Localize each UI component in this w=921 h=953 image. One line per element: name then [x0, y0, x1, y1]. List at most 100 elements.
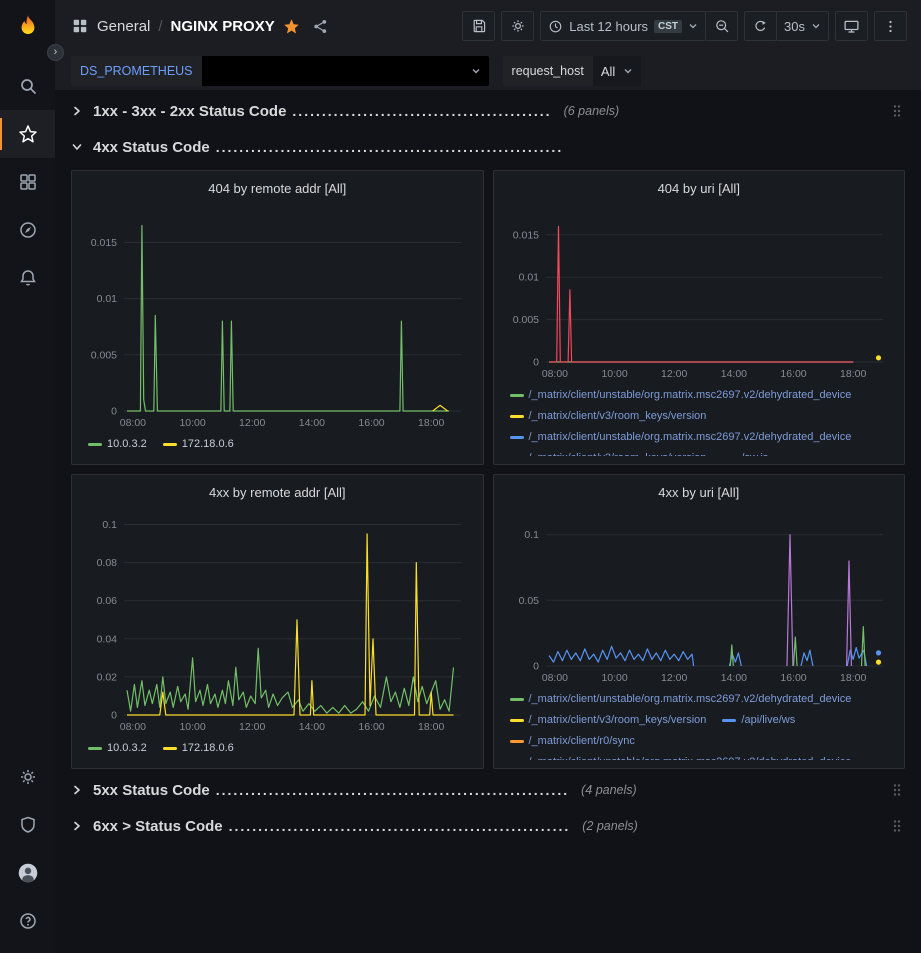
sidebar-item-configuration[interactable]	[0, 753, 55, 801]
star-icon	[18, 124, 38, 144]
refresh-interval-picker[interactable]: 30s	[776, 11, 829, 41]
legend-label: 10.0.3.2	[107, 434, 147, 455]
chevron-right-icon	[71, 820, 93, 832]
grafana-logo[interactable]	[11, 10, 45, 44]
row-5xx[interactable]: 5xx Status Code ........................…	[71, 775, 905, 805]
row-leader-dots: ........................................…	[229, 818, 571, 834]
sidebar-nav-top	[0, 62, 55, 302]
sidebar-item-starred[interactable]	[0, 110, 55, 158]
svg-text:16:00: 16:00	[780, 672, 806, 684]
legend-label: /api/live/ws	[741, 710, 795, 731]
share-icon[interactable]	[312, 18, 329, 35]
chart-404-by-uri[interactable]: 00.0050.010.01508:0010:0012:0014:0016:00…	[504, 201, 895, 380]
save-dashboard-button[interactable]	[462, 11, 495, 41]
legend-item[interactable]: /_matrix/client/v3/room_keys/version	[510, 710, 707, 731]
sidebar-item-dashboards[interactable]	[0, 158, 55, 206]
sidebar-item-server-admin[interactable]	[0, 801, 55, 849]
legend-item[interactable]: /_matrix/client/unstable/org.matrix.msc2…	[510, 752, 852, 760]
svg-text:08:00: 08:00	[120, 721, 146, 733]
svg-text:0: 0	[533, 357, 539, 369]
row-title: 1xx - 3xx - 2xx Status Code	[93, 103, 286, 120]
legend-item[interactable]: 172.18.0.6	[163, 434, 234, 455]
sidebar-item-profile[interactable]	[0, 849, 55, 897]
bell-icon	[18, 268, 38, 288]
svg-text:0.08: 0.08	[97, 557, 118, 569]
row-drag-handle[interactable]	[893, 104, 901, 118]
legend-label: /_matrix/client/unstable/org.matrix.msc2…	[529, 752, 852, 760]
svg-text:12:00: 12:00	[239, 721, 265, 733]
legend-item[interactable]: /_matrix/client/r0/sync	[510, 731, 635, 752]
chart-404-by-remote-addr[interactable]: 00.0050.010.01508:0010:0012:0014:0016:00…	[82, 201, 473, 429]
chart-4xx-by-uri[interactable]: 00.050.108:0010:0012:0014:0016:0018:00	[504, 505, 895, 684]
legend-item[interactable]: 172.18.0.6	[163, 738, 234, 759]
row-1xx-3xx-2xx[interactable]: 1xx - 3xx - 2xx Status Code ............…	[71, 96, 905, 126]
legend-item[interactable]: /_matrix/client/unstable/org.matrix.msc2…	[510, 385, 852, 406]
row-6xx[interactable]: 6xx > Status Code ......................…	[71, 811, 905, 841]
legend-item[interactable]: /api/live/ws	[722, 710, 795, 731]
legend-swatch	[510, 698, 524, 701]
legend-label: 172.18.0.6	[182, 738, 234, 759]
svg-text:0: 0	[111, 710, 117, 722]
legend-item[interactable]: 10.0.3.2	[88, 434, 147, 455]
legend-item[interactable]: 10.0.3.2	[88, 738, 147, 759]
row-leader-dots: ........................................…	[292, 103, 551, 119]
time-range-label: Last 12 hours	[569, 19, 648, 34]
legend-swatch	[510, 740, 524, 743]
legend-label: /_matrix/client/unstable/org.matrix.msc2…	[529, 385, 852, 406]
clock-icon	[548, 19, 563, 34]
legend-label: /_matrix/client/v3/room_keys/version	[529, 448, 707, 456]
svg-text:0.005: 0.005	[91, 349, 117, 361]
sidebar-item-explore[interactable]	[0, 206, 55, 254]
panel-title[interactable]: 4xx by uri [All]	[504, 481, 895, 505]
zoom-out-button[interactable]	[705, 11, 738, 41]
panel-title[interactable]: 404 by uri [All]	[504, 177, 895, 201]
dashboard-title[interactable]: NGINX PROXY	[171, 18, 275, 35]
legend-swatch	[722, 719, 736, 722]
legend-swatch	[510, 719, 524, 722]
sidebar-item-alerting[interactable]	[0, 254, 55, 302]
row-title: 5xx Status Code	[93, 782, 210, 799]
panel-title[interactable]: 404 by remote addr [All]	[82, 177, 473, 201]
dashboard-canvas: 1xx - 3xx - 2xx Status Code ............…	[55, 90, 921, 953]
svg-text:10:00: 10:00	[601, 368, 627, 380]
legend-item[interactable]: /_matrix/client/v3/room_keys/version	[510, 448, 707, 456]
tv-mode-button[interactable]	[835, 11, 868, 41]
svg-text:0.02: 0.02	[97, 671, 118, 683]
legend-swatch	[510, 415, 524, 418]
kebab-icon	[883, 19, 898, 34]
favorite-star-icon[interactable]	[283, 18, 300, 35]
time-controls: Last 12 hours CST	[540, 11, 738, 41]
sidebar-item-help[interactable]	[0, 897, 55, 945]
dashboard-settings-button[interactable]	[501, 11, 534, 41]
time-range-picker[interactable]: Last 12 hours CST	[540, 11, 706, 41]
svg-text:0.05: 0.05	[518, 595, 539, 607]
row-leader-dots: ........................................…	[216, 782, 569, 798]
refresh-button[interactable]	[744, 11, 777, 41]
legend-swatch	[510, 394, 524, 397]
legend-item[interactable]: /_matrix/client/unstable/org.matrix.msc2…	[510, 689, 852, 710]
panel-title[interactable]: 4xx by remote addr [All]	[82, 481, 473, 505]
request-host-label[interactable]: request_host	[503, 56, 593, 86]
row-drag-handle[interactable]	[893, 783, 901, 797]
monitor-icon	[843, 18, 860, 35]
sidebar-expand-button[interactable]: ›	[47, 44, 64, 61]
chart-4xx-by-remote-addr[interactable]: 00.020.040.060.080.108:0010:0012:0014:00…	[82, 505, 473, 733]
breadcrumb-section[interactable]: General	[97, 18, 150, 35]
request-host-value-select[interactable]: All	[593, 56, 641, 86]
svg-text:16:00: 16:00	[780, 368, 806, 380]
svg-text:0.01: 0.01	[518, 272, 539, 284]
legend-item[interactable]: /sw.js	[722, 448, 768, 456]
sidebar-item-search[interactable]	[0, 62, 55, 110]
legend-item[interactable]: /_matrix/client/unstable/org.matrix.msc2…	[510, 427, 852, 448]
row-drag-handle[interactable]	[893, 819, 901, 833]
apps-icon	[71, 17, 89, 35]
legend-item[interactable]: /_matrix/client/v3/room_keys/version	[510, 406, 707, 427]
svg-text:18:00: 18:00	[840, 368, 866, 380]
row-leader-dots: ........................................…	[216, 139, 564, 155]
more-options-button[interactable]	[874, 11, 907, 41]
variables-bar: DS_PROMETHEUS request_host All	[55, 52, 921, 90]
datasource-value-select[interactable]	[202, 56, 489, 86]
breadcrumb: General / NGINX PROXY	[71, 17, 329, 35]
datasource-label[interactable]: DS_PROMETHEUS	[71, 56, 202, 86]
row-4xx[interactable]: 4xx Status Code ........................…	[71, 132, 905, 162]
